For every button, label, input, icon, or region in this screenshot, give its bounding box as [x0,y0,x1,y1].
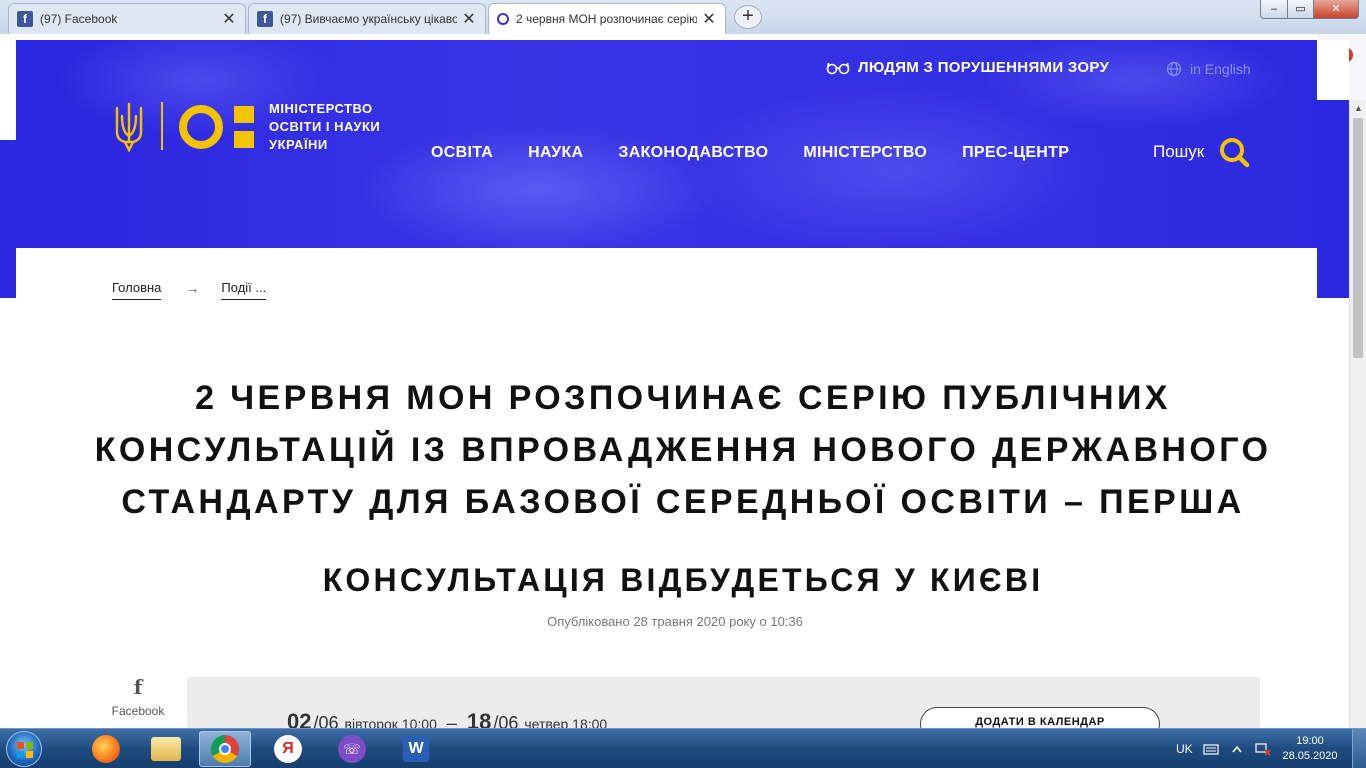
keyboard-language-indicator[interactable]: UK [1176,742,1193,756]
taskbar-viber[interactable]: ☏ [326,731,378,767]
close-tab-icon[interactable]: ✕ [461,9,477,29]
tab-title: (97) Вивчаємо українську цікаво [280,12,457,26]
site-header: МІНІСТЕРСТВО ОСВІТИ І НАУКИ УКРАЇНИ ЛЮДЯ… [16,40,1317,248]
glasses-icon [826,62,850,74]
nav-item-education[interactable]: ОСВІТА [431,144,493,162]
clock-date: 28.05.2020 [1282,750,1338,762]
share-facebook-label: Facebook [111,704,165,718]
close-tab-icon[interactable]: ✕ [221,9,237,29]
logo-divider [161,102,163,150]
page-underlay-left [0,100,16,298]
viber-icon: ☏ [338,735,366,763]
chrome-icon [211,735,239,763]
taskbar-file-explorer[interactable] [140,731,192,767]
show-desktop-button[interactable] [1352,729,1366,768]
windows-taskbar: Я ☏ W UK 19:00 28.05.2020 [0,728,1366,768]
system-tray: UK [1176,729,1281,768]
nav-item-ministry[interactable]: МІНІСТЕРСТВО [803,144,927,162]
new-tab-button[interactable]: + [734,5,762,29]
close-tab-icon[interactable]: ✕ [701,9,717,29]
file-explorer-icon [151,737,181,761]
minimize-window-button[interactable]: – [1260,0,1288,19]
nav-item-science[interactable]: НАУКА [528,144,583,162]
tab-facebook[interactable]: f (97) Facebook ✕ [8,3,246,34]
main-navigation: ОСВІТА НАУКА ЗАКОНОДАВСТВО МІНІСТЕРСТВО … [431,144,1104,162]
facebook-icon: f [17,11,33,27]
accessibility-link[interactable]: ЛЮДЯМ З ПОРУШЕННЯМИ ЗОРУ [826,59,1109,76]
maximize-window-button[interactable]: ▭ [1287,0,1314,19]
facebook-icon: f [257,11,273,27]
tab-title: (97) Facebook [40,12,118,26]
article-subtitle: КОНСУЛЬТАЦІЯ ВІДБУДЕТЬСЯ У КИЄВІ [322,562,1044,598]
ministry-name[interactable]: МІНІСТЕРСТВО ОСВІТИ І НАУКИ УКРАЇНИ [269,100,409,154]
breadcrumb-home[interactable]: Головна [112,280,162,300]
search-label: Пошук [1153,142,1205,161]
ministry-name-line: ОСВІТИ І НАУКИ [269,119,381,134]
taskbar-chrome[interactable] [199,731,251,767]
arrow-right-icon: → [185,280,200,296]
globe-icon [1166,61,1182,77]
yandex-browser-icon: Я [274,735,302,763]
show-hidden-icons-icon[interactable] [1229,742,1245,756]
nav-item-legislation[interactable]: ЗАКОНОДАВСТВО [618,144,768,162]
breadcrumb-events[interactable]: Події ... [221,280,267,300]
trident-coat-of-arms-icon[interactable] [114,102,144,152]
start-button[interactable] [6,731,42,767]
search-icon [1220,138,1250,168]
tab-title: 2 червня МОН розпочинає серію [516,12,697,26]
windows-logo-icon [17,742,33,758]
nav-item-press-center[interactable]: ПРЕС-ЦЕНТР [962,144,1069,162]
mon-logo-mark[interactable] [178,104,258,150]
taskbar-yandex-browser[interactable]: Я [262,731,314,767]
search-button[interactable]: Пошук [1153,136,1250,168]
taskbar-firefox[interactable] [80,731,132,767]
share-facebook-button[interactable]: f Facebook [106,676,170,718]
tab-mon-article[interactable]: 2 червня МОН розпочинає серію ✕ [488,3,726,34]
browser-tab-strip: f (97) Facebook ✕ f (97) Вивчаємо україн… [0,0,1366,34]
breadcrumb: Головна → Події ... [112,280,267,300]
language-switch-label: in English [1190,61,1251,77]
ministry-name-line: УКРАЇНИ [269,137,328,152]
language-switch-link[interactable]: in English [1166,61,1251,77]
facebook-icon: f [133,675,143,699]
word-icon: W [403,736,429,762]
close-window-button[interactable]: ✕ [1313,0,1359,19]
scroll-thumb[interactable] [1353,118,1363,358]
ministry-name-line: МІНІСТЕРСТВО [269,101,373,116]
network-status-icon[interactable] [1255,742,1271,756]
system-clock[interactable]: 19:00 28.05.2020 [1280,734,1340,764]
published-date: Опубліковано 28 травня 2020 року о 10:36 [547,614,803,629]
article-title: 2 червня МОН розпочинає серію публічних … [94,379,1272,521]
scroll-up-arrow-icon[interactable]: ▲ [1350,100,1366,117]
firefox-icon [92,735,120,763]
clock-time: 19:00 [1296,735,1324,747]
page-scrollbar[interactable]: ▲ [1349,100,1366,728]
keyboard-icon[interactable] [1203,742,1219,756]
accessibility-link-label: ЛЮДЯМ З ПОРУШЕННЯМИ ЗОРУ [858,59,1110,76]
tab-ukrainian-group[interactable]: f (97) Вивчаємо українську цікаво ✕ [248,3,486,34]
mon-logo-icon [497,13,509,25]
page-underlay-right [1317,40,1349,298]
taskbar-word[interactable]: W [390,731,442,767]
